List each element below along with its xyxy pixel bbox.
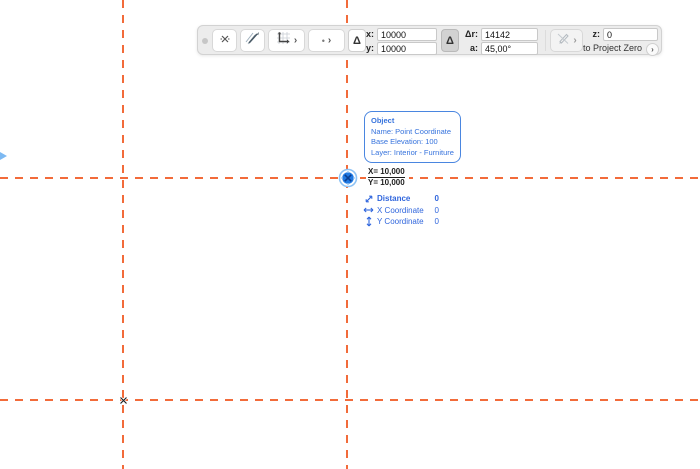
grid-origin-button[interactable]: › xyxy=(268,29,305,52)
snap-guides-options-button[interactable]: • › xyxy=(308,29,345,52)
snap-point-button[interactable] xyxy=(212,29,237,52)
tracker-palette[interactable]: Distance 0 X Coordinate 0 Y Coordinate 0 xyxy=(361,192,441,229)
diagonal-arrow-icon xyxy=(363,194,374,204)
chevron-right-icon: › xyxy=(293,34,298,46)
reference-level-label: to Project Zero xyxy=(582,43,642,53)
tooltip-line: Layer: Interior - Furniture xyxy=(371,147,454,157)
z-coordinate-input[interactable] xyxy=(603,28,658,41)
grid-origin-icon xyxy=(276,31,291,50)
coordinate-x-text: X= 10,000 xyxy=(368,167,405,178)
edge-arrow-icon xyxy=(0,148,8,166)
tracker-label: X Coordinate xyxy=(377,205,424,215)
guide-sketch-icon xyxy=(245,31,260,50)
reference-level-menu-button[interactable]: › xyxy=(646,42,659,56)
tracker-value[interactable]: 0 xyxy=(427,217,439,226)
coordinate-y-text: Y= 10,000 xyxy=(368,177,405,187)
chevron-right-icon: › xyxy=(327,34,332,46)
vertical-arrow-icon xyxy=(363,216,374,227)
x-field-label: x: xyxy=(365,29,374,39)
tooltip-line: Name: Point Coordinate xyxy=(371,126,452,136)
drawing-canvas[interactable]: › • › Δ x: y: Δ Δr: a: › z: xyxy=(0,0,700,469)
tracker-row-x: X Coordinate 0 xyxy=(363,205,439,217)
toolbar-divider xyxy=(545,30,546,51)
tracker-value[interactable]: 0 xyxy=(427,206,439,215)
snap-cursor-icon xyxy=(338,168,358,188)
element-info-tooltip: Object Name: Point Coordinate Base Eleva… xyxy=(364,111,461,163)
tooltip-title: Object xyxy=(371,116,395,125)
guide-lines-button[interactable] xyxy=(240,29,265,52)
relative-polar-toggle-button[interactable]: Δ xyxy=(441,29,459,52)
dot-icon: • xyxy=(321,35,325,46)
radius-field-label: Δr: xyxy=(465,29,478,39)
tracker-value[interactable]: 0 xyxy=(427,194,439,203)
tracker-label: Y Coordinate xyxy=(377,217,424,227)
radius-input[interactable] xyxy=(481,28,538,41)
tooltip-line: Base Elevation: 100 xyxy=(371,137,438,146)
origin-cross-icon xyxy=(117,394,130,412)
tracker-label: Distance xyxy=(377,194,411,204)
y-field-label: y: xyxy=(365,43,374,53)
z-field-label: z: xyxy=(592,29,601,39)
tracker-row-y: Y Coordinate 0 xyxy=(363,216,439,228)
coordinate-toolbar[interactable]: › • › Δ x: y: Δ Δr: a: › z: xyxy=(197,25,662,56)
cursor-coordinate-readout: X= 10,000 Y= 10,000 xyxy=(366,166,409,188)
angle-input[interactable] xyxy=(481,42,538,55)
angle-field-label: a: xyxy=(469,43,478,53)
tracker-row-distance: Distance 0 xyxy=(363,193,439,205)
snap-x-icon xyxy=(219,32,231,50)
toolbar-drag-handle[interactable] xyxy=(202,38,208,44)
guide-line-horizontal-bottom[interactable] xyxy=(0,399,700,401)
y-coordinate-input[interactable] xyxy=(377,42,437,55)
horizontal-arrow-icon xyxy=(363,205,374,215)
x-coordinate-input[interactable] xyxy=(377,28,437,41)
